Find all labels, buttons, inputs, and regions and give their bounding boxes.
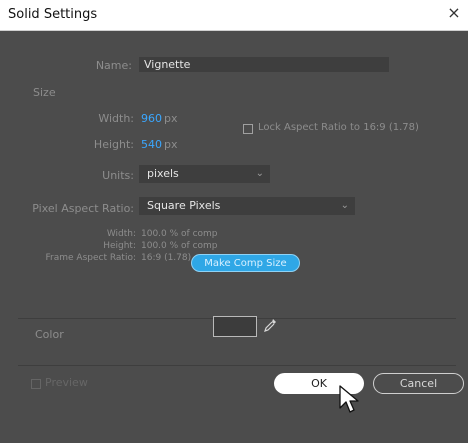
size-section-label: Size [33, 86, 56, 99]
lock-aspect-checkbox[interactable] [243, 124, 253, 134]
name-input[interactable] [139, 57, 389, 72]
solid-settings-dialog: Solid Settings × Name: Size Width: 960 p… [0, 0, 468, 443]
units-label: Units: [102, 169, 134, 182]
divider [18, 365, 456, 366]
width-unit: px [164, 112, 178, 125]
info-height-value: 100.0 % of comp [141, 241, 218, 251]
pixel-aspect-ratio-value: Square Pixels [147, 199, 221, 212]
title-bar: Solid Settings × [0, 0, 468, 31]
width-label: Width: [98, 112, 134, 125]
color-swatch[interactable] [213, 316, 257, 337]
chevron-down-icon: ⌄ [255, 168, 264, 179]
info-frame-aspect-label: Frame Aspect Ratio: [45, 253, 136, 263]
units-dropdown[interactable]: pixels ⌄ [139, 165, 270, 183]
width-value[interactable]: 960 [141, 112, 162, 125]
name-label: Name: [95, 59, 132, 72]
mouse-cursor-icon [339, 385, 359, 413]
height-value[interactable]: 540 [141, 138, 162, 151]
info-height-label: Height: [103, 241, 136, 251]
info-frame-aspect-value: 16:9 (1.78) [141, 253, 192, 263]
height-unit: px [164, 138, 178, 151]
preview-label: Preview [45, 376, 88, 389]
units-value: pixels [147, 167, 179, 180]
chevron-down-icon: ⌄ [340, 200, 349, 211]
close-icon[interactable]: × [446, 5, 462, 21]
info-width-label: Width: [106, 229, 136, 239]
cancel-button[interactable]: Cancel [373, 373, 464, 394]
color-section-label: Color [35, 328, 64, 341]
pixel-aspect-ratio-dropdown[interactable]: Square Pixels ⌄ [139, 197, 355, 215]
pixel-aspect-ratio-label: Pixel Aspect Ratio: [32, 202, 134, 215]
info-width-value: 100.0 % of comp [141, 229, 218, 239]
height-label: Height: [93, 138, 134, 151]
lock-aspect-label: Lock Aspect Ratio to 16:9 (1.78) [258, 122, 419, 133]
dialog-title: Solid Settings [8, 7, 98, 22]
preview-checkbox[interactable] [31, 379, 41, 389]
make-comp-size-button[interactable]: Make Comp Size [191, 254, 300, 272]
eyedropper-icon[interactable] [261, 316, 279, 336]
